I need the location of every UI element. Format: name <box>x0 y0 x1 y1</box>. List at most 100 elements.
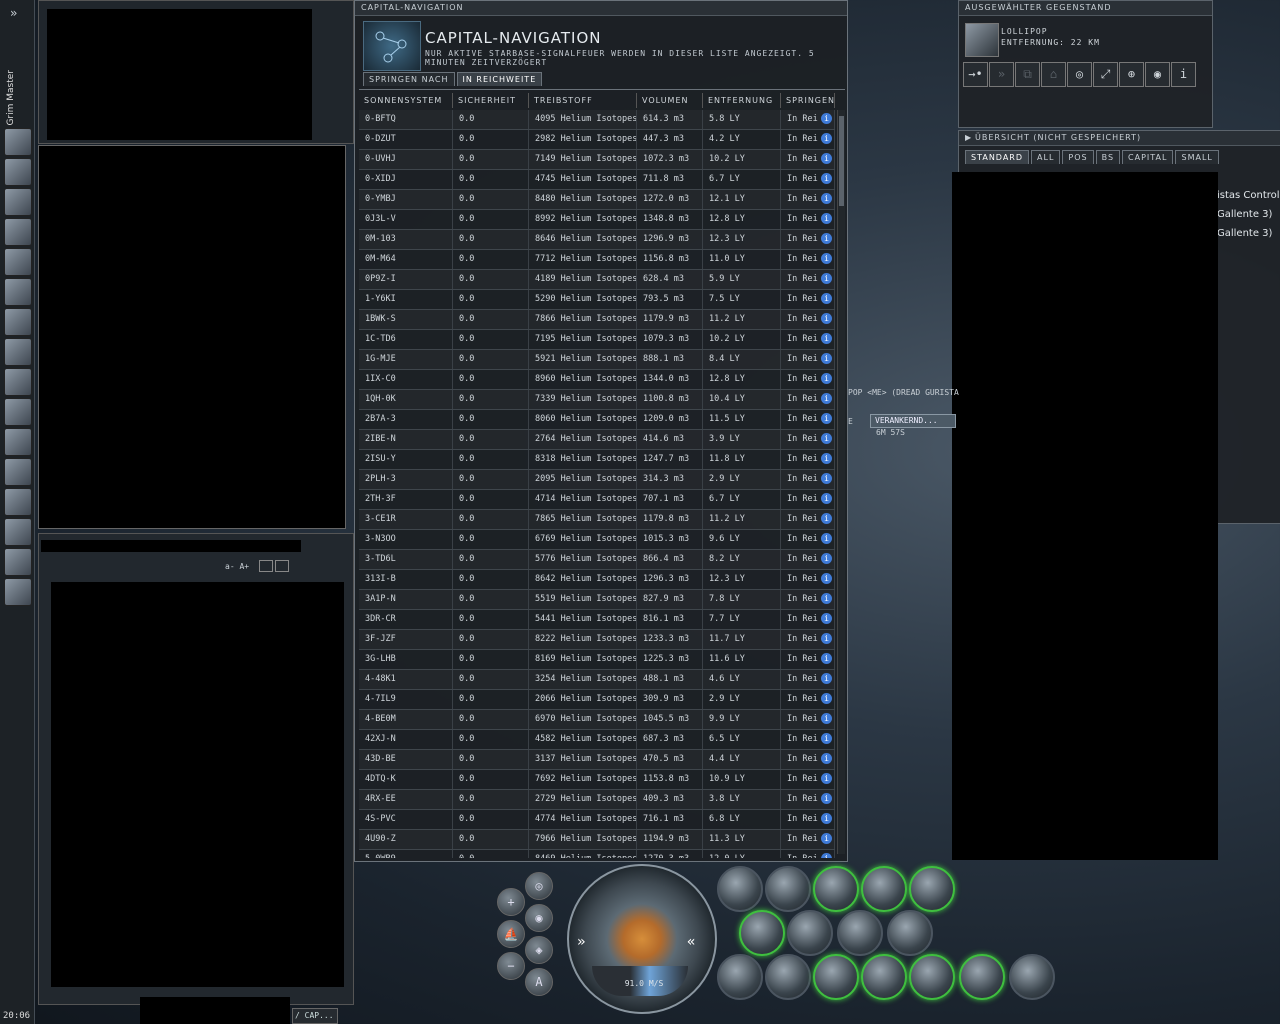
tab-bs[interactable]: BS <box>1095 150 1121 164</box>
info-icon[interactable]: i <box>1171 62 1196 87</box>
module-slot-11[interactable] <box>765 954 811 1000</box>
table-row[interactable]: 3DR-CR 0.0 5441 Helium Isotopes 816.1 m3 7.7… <box>359 610 835 630</box>
column-header-entfernung[interactable]: ENTFERNUNG <box>703 93 781 108</box>
column-header-treibstoff[interactable]: TREIBSTOFF <box>529 93 637 108</box>
window-titlebar[interactable]: ▶ ÜBERSICHT (NICHT GESPEICHERT) <box>959 131 1280 146</box>
table-row[interactable]: 4DTQ-K 0.0 7692 Helium Isotopes 1153.8 m3 10… <box>359 770 835 790</box>
info-icon[interactable]: i <box>821 733 832 744</box>
jump-icon[interactable]: ⧉ <box>1015 62 1040 87</box>
info-icon[interactable]: i <box>821 753 832 764</box>
table-row[interactable]: 2TH-3F 0.0 4714 Helium Isotopes 707.1 m3 6.7… <box>359 490 835 510</box>
zoom-out-icon[interactable]: − <box>497 952 525 980</box>
info-icon[interactable]: i <box>821 453 832 464</box>
ship-icon[interactable] <box>4 158 32 186</box>
journal-icon[interactable] <box>4 278 32 306</box>
starmap2-icon[interactable] <box>4 338 32 366</box>
module-slot-1[interactable] <box>717 866 763 912</box>
table-row[interactable]: 3-N3OO 0.0 6769 Helium Isotopes 1015.3 m3 9.… <box>359 530 835 550</box>
zoom-in-icon[interactable]: + <box>497 888 525 916</box>
table-row[interactable]: 1C-TD6 0.0 7195 Helium Isotopes 1079.3 m3 10… <box>359 330 835 350</box>
info-icon[interactable]: i <box>821 413 832 424</box>
table-row[interactable]: 1QH-0K 0.0 7339 Helium Isotopes 1100.8 m3 10… <box>359 390 835 410</box>
info-icon[interactable]: i <box>821 673 832 684</box>
info-icon[interactable]: i <box>821 273 832 284</box>
notes-icon[interactable] <box>4 518 32 546</box>
table-row[interactable]: 3-TD6L 0.0 5776 Helium Isotopes 866.4 m3 8.2… <box>359 550 835 570</box>
module-slot-4[interactable] <box>861 866 907 912</box>
info-icon[interactable]: i <box>821 833 832 844</box>
table-row[interactable]: 1BWK-S 0.0 7866 Helium Isotopes 1179.9 m3 11… <box>359 310 835 330</box>
table-row[interactable]: 3A1P-N 0.0 5519 Helium Isotopes 827.9 m3 7.8… <box>359 590 835 610</box>
info-icon[interactable]: i <box>821 593 832 604</box>
module-slot-2[interactable] <box>765 866 811 912</box>
table-row[interactable]: 1-Y6KI 0.0 5290 Helium Isotopes 793.5 m3 7.5… <box>359 290 835 310</box>
bracket-label[interactable]: POP <ME> (DREAD GURISTA <box>848 388 959 397</box>
tab-all[interactable]: ALL <box>1031 150 1061 164</box>
info-icon[interactable]: i <box>821 653 832 664</box>
slow-down-icon[interactable]: « <box>687 934 695 950</box>
table-row[interactable]: 3G-LHB 0.0 8169 Helium Isotopes 1225.3 m3 11… <box>359 650 835 670</box>
tab-pos[interactable]: POS <box>1062 150 1094 164</box>
info-icon[interactable]: i <box>821 533 832 544</box>
table-row[interactable]: 0-XIDJ 0.0 4745 Helium Isotopes 711.8 m3 6.7… <box>359 170 835 190</box>
expand-arrow-icon[interactable]: ▶ <box>965 131 972 145</box>
table-row[interactable]: 313I-B 0.0 8642 Helium Isotopes 1296.3 m3 12… <box>359 570 835 590</box>
table-row[interactable]: 4U90-Z 0.0 7966 Helium Isotopes 1194.9 m3 11… <box>359 830 835 850</box>
module-slot-3[interactable] <box>813 866 859 912</box>
info-icon[interactable]: i <box>821 493 832 504</box>
module-slot-15[interactable] <box>959 954 1005 1000</box>
module-slot-8[interactable] <box>837 910 883 956</box>
font-size-controls[interactable]: a- A+ <box>225 562 249 571</box>
table-row[interactable]: 4-7IL9 0.0 2066 Helium Isotopes 309.9 m3 2.9… <box>359 690 835 710</box>
window-titlebar[interactable]: CAPITAL-NAVIGATION <box>355 1 847 16</box>
info-icon[interactable]: i <box>821 253 832 264</box>
table-row[interactable]: 2ISU-Y 0.0 8318 Helium Isotopes 1247.7 m3 11… <box>359 450 835 470</box>
module-slot-5[interactable] <box>909 866 955 912</box>
table-row[interactable]: 2B7A-3 0.0 8060 Helium Isotopes 1209.0 m3 11… <box>359 410 835 430</box>
module-slot-13[interactable] <box>861 954 907 1000</box>
browser-icon[interactable] <box>4 578 32 606</box>
autopilot-icon[interactable]: A <box>525 968 553 996</box>
z-icon[interactable] <box>4 398 32 426</box>
info-icon[interactable]: i <box>821 353 832 364</box>
table-row[interactable]: 0-DZUT 0.0 2982 Helium Isotopes 447.3 m3 4.2… <box>359 130 835 150</box>
tab-springen-nach[interactable]: SPRINGEN NACH <box>363 72 455 86</box>
info-icon[interactable]: i <box>821 513 832 524</box>
mail-icon[interactable] <box>4 188 32 216</box>
column-header-springen[interactable]: SPRINGEN <box>781 93 835 108</box>
info-icon[interactable]: i <box>821 473 832 484</box>
table-row[interactable]: 0-UVHJ 0.0 7149 Helium Isotopes 1072.3 m3 10… <box>359 150 835 170</box>
info-icon[interactable]: i <box>821 153 832 164</box>
table-row[interactable]: 0-BFTQ 0.0 4095 Helium Isotopes 614.3 m3 5.8… <box>359 110 835 130</box>
table-row[interactable]: 0P9Z-I 0.0 4189 Helium Isotopes 628.4 m3 5.9… <box>359 270 835 290</box>
look-at-icon[interactable]: ◉ <box>1145 62 1170 87</box>
table-row[interactable]: 1G-MJE 0.0 5921 Helium Isotopes 888.1 m3 8.4… <box>359 350 835 370</box>
table-row[interactable]: 4S-PVC 0.0 4774 Helium Isotopes 716.1 m3 6.8… <box>359 810 835 830</box>
module-slot-12[interactable] <box>813 954 859 1000</box>
corp-icon[interactable] <box>4 488 32 516</box>
camera-icon[interactable]: ◎ <box>525 872 553 900</box>
ship-icon[interactable]: ⛵ <box>497 920 525 948</box>
market-icon[interactable] <box>4 458 32 486</box>
starmap-icon[interactable] <box>4 308 32 336</box>
overview-row[interactable]: istas Control <box>1217 190 1280 201</box>
info-icon[interactable]: i <box>821 233 832 244</box>
table-row[interactable]: 0M-M64 0.0 7712 Helium Isotopes 1156.8 m3 11… <box>359 250 835 270</box>
table-row[interactable]: 43D-BE 0.0 3137 Helium Isotopes 470.5 m3 4.4… <box>359 750 835 770</box>
info-icon[interactable]: i <box>821 373 832 384</box>
scanner-icon[interactable]: ◉ <box>525 904 553 932</box>
info-icon[interactable]: i <box>821 633 832 644</box>
column-header-sonnensystem[interactable]: SONNENSYSTEM <box>359 93 453 108</box>
table-row[interactable]: 2IBE-N 0.0 2764 Helium Isotopes 414.6 m3 3.9… <box>359 430 835 450</box>
table-row[interactable]: 0M-103 0.0 8646 Helium Isotopes 1296.9 m3 12… <box>359 230 835 250</box>
table-row[interactable]: 0-YMBJ 0.0 8480 Helium Isotopes 1272.0 m3 12… <box>359 190 835 210</box>
table-row[interactable]: 4-BE0M 0.0 6970 Helium Isotopes 1045.5 m3 9.… <box>359 710 835 730</box>
module-slot-7[interactable] <box>787 910 833 956</box>
table-row[interactable]: 1IX-C0 0.0 8960 Helium Isotopes 1344.0 m3 12… <box>359 370 835 390</box>
table-row[interactable]: 2PLH-3 0.0 2095 Helium Isotopes 314.3 m3 2.9… <box>359 470 835 490</box>
info-icon[interactable]: i <box>821 573 832 584</box>
scrollbar-thumb[interactable] <box>839 116 844 206</box>
neocom-menu-button[interactable]: » <box>10 6 17 20</box>
info-icon[interactable]: i <box>821 213 832 224</box>
info-icon[interactable]: i <box>821 133 832 144</box>
